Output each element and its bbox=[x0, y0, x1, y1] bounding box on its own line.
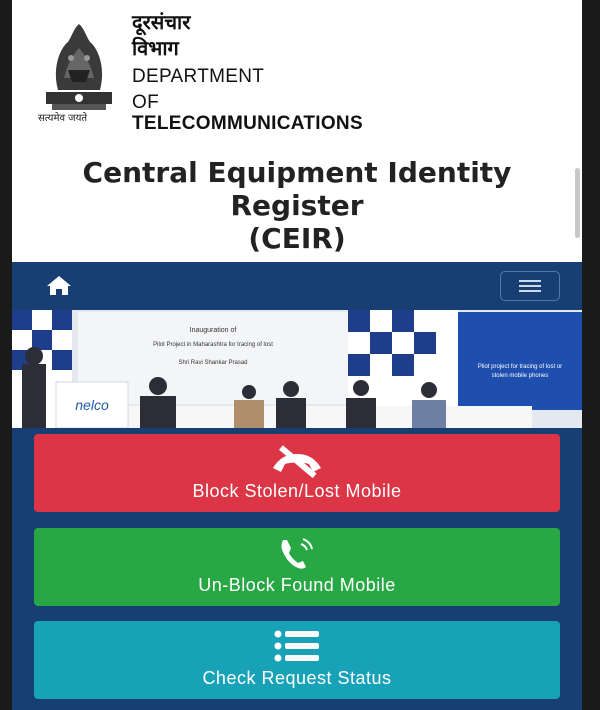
screen-text-1: Inauguration of bbox=[190, 327, 237, 334]
podium-sign: nelco bbox=[75, 397, 109, 413]
dept-name-line-2: OF bbox=[132, 92, 159, 113]
menu-bar-icon bbox=[519, 280, 541, 282]
title-line-3: (CEIR) bbox=[248, 222, 346, 255]
screen-text-3: Shri Ravi Shankar Prasad bbox=[178, 360, 247, 366]
block-stolen-mobile-button[interactable]: Block Stolen/Lost Mobile bbox=[34, 434, 560, 512]
right-screen-text-2: stolen mobile phones bbox=[492, 373, 549, 379]
menu-bar-icon bbox=[519, 290, 541, 292]
title-line-1: Central Equipment Identity bbox=[82, 156, 512, 189]
banner-photo: Inauguration of Pilot Project in Maharas… bbox=[12, 310, 582, 428]
list-icon bbox=[274, 630, 319, 662]
top-navbar bbox=[12, 262, 582, 310]
dept-name-hindi-1: दूरसंचार bbox=[132, 10, 191, 34]
scrollbar[interactable] bbox=[575, 168, 580, 238]
phone-slash-icon bbox=[273, 445, 321, 479]
unblock-found-mobile-button[interactable]: Un-Block Found Mobile bbox=[34, 528, 560, 606]
emblem-motto: सत्यमेव जयते bbox=[38, 113, 88, 124]
site-header: सत्यमेव जयते दूरसंचार विभाग DEPARTMENT O… bbox=[12, 0, 582, 262]
dept-name-hindi-2: विभाग bbox=[132, 36, 179, 60]
banner-image: Inauguration of Pilot Project in Maharas… bbox=[12, 310, 582, 428]
action-panel: Block Stolen/Lost Mobile Un-Block Found … bbox=[12, 428, 582, 710]
phone-volume-icon bbox=[281, 538, 313, 569]
hamburger-menu-button[interactable] bbox=[500, 271, 560, 301]
unblock-button-label: Un-Block Found Mobile bbox=[198, 575, 396, 595]
right-screen-text-1: Pilot project for tracing of lost or bbox=[478, 364, 562, 370]
status-button-label: Check Request Status bbox=[202, 668, 392, 688]
screen-text-2: Pilot Project in Maharashtra for tracing… bbox=[153, 342, 273, 348]
menu-bar-icon bbox=[519, 285, 541, 287]
block-button-label: Block Stolen/Lost Mobile bbox=[192, 481, 402, 501]
home-icon[interactable] bbox=[46, 274, 72, 296]
app-frame: सत्यमेव जयते दूरसंचार विभाग DEPARTMENT O… bbox=[12, 0, 582, 710]
check-request-status-button[interactable]: Check Request Status bbox=[34, 621, 560, 699]
dept-name-line-3: TELECOMMUNICATIONS bbox=[132, 113, 363, 134]
right-screen bbox=[458, 312, 582, 410]
national-emblem-icon bbox=[46, 24, 112, 110]
page-title: Central Equipment Identity Register (CEI… bbox=[12, 156, 582, 255]
title-line-2: Register bbox=[230, 189, 364, 222]
dept-name-line-1: DEPARTMENT bbox=[132, 66, 265, 87]
